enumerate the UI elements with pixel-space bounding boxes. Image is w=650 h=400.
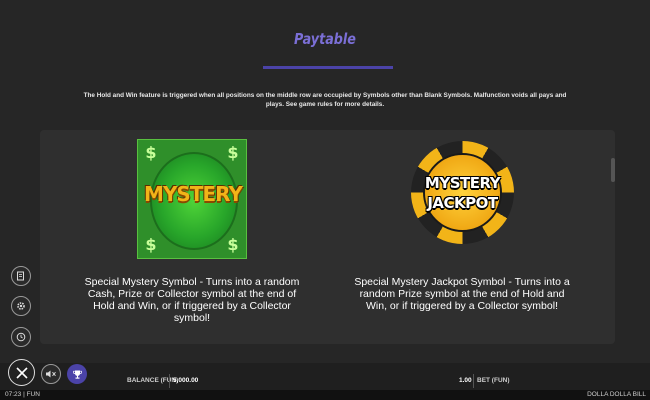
dollar-icon: $ — [227, 143, 239, 162]
mystery-symbol-label: MYSTERY — [144, 182, 243, 206]
dollar-icon: $ — [145, 235, 157, 254]
settings-button[interactable] — [11, 296, 31, 316]
bet-divider — [473, 374, 474, 388]
paytable-icon — [17, 271, 24, 281]
mystery-jackpot-symbol: MYSTERY JACKPOT — [411, 141, 514, 244]
balance-divider — [169, 374, 170, 388]
paytable-button[interactable] — [11, 266, 31, 286]
history-icon — [16, 332, 26, 342]
intro-text: The Hold and Win feature is triggered wh… — [83, 92, 567, 108]
bottom-bar — [0, 363, 650, 390]
close-icon — [15, 366, 28, 379]
jackpot-label-line1: MYSTERY — [424, 174, 501, 192]
mute-button[interactable] — [41, 364, 61, 384]
mystery-jackpot-description: Special Mystery Jackpot Symbol - Turns i… — [354, 276, 570, 312]
clock-mode: 07:23 | FUN — [5, 391, 40, 398]
balance-label: BALANCE (FUN) — [127, 377, 179, 384]
title-underline — [263, 66, 393, 69]
history-button[interactable] — [11, 327, 31, 347]
dollar-icon: $ — [145, 143, 157, 162]
status-bar — [0, 390, 650, 400]
game-name: DOLLA DOLLA BILL — [587, 391, 646, 398]
mystery-description: Special Mystery Symbol - Turns into a ra… — [84, 276, 300, 324]
close-button[interactable] — [8, 359, 35, 386]
chip-center — [423, 153, 502, 232]
bet-value: 1.00 — [459, 377, 472, 384]
bet-label: BET (FUN) — [477, 377, 510, 384]
speaker-muted-icon — [46, 370, 56, 378]
mystery-symbol: $ $ $ $ MYSTERY — [137, 139, 247, 259]
trophy-button[interactable] — [67, 364, 87, 384]
balance-value: 5,000.00 — [173, 377, 199, 384]
scrollbar[interactable] — [611, 158, 615, 182]
gear-icon — [17, 302, 25, 310]
page-title: Paytable — [294, 30, 356, 48]
trophy-icon — [72, 370, 82, 379]
jackpot-label-line2: JACKPOT — [427, 194, 498, 212]
dollar-icon: $ — [227, 235, 239, 254]
